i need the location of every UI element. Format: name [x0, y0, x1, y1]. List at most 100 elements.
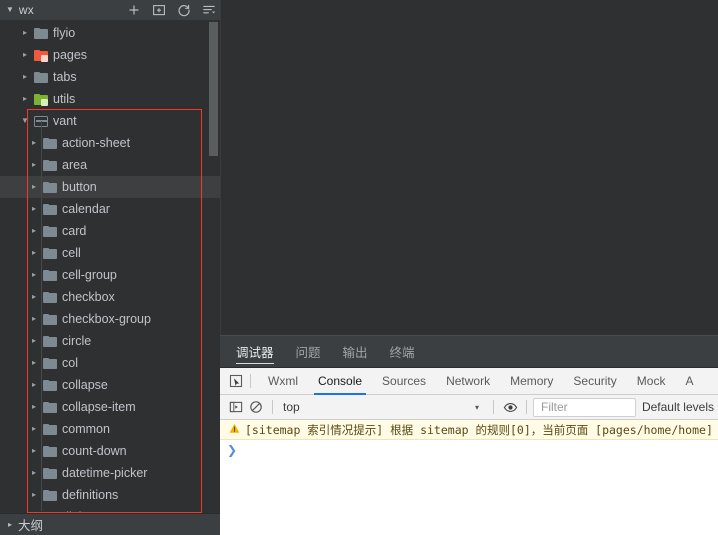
- new-file-icon[interactable]: [127, 3, 141, 17]
- tree-item-calendar[interactable]: ▸calendar: [0, 198, 220, 220]
- tree-item-cell-group[interactable]: ▸cell-group: [0, 264, 220, 286]
- tree-item-flyio[interactable]: ▸flyio: [0, 22, 220, 44]
- project-title: wx: [19, 3, 34, 17]
- chevron-right-icon[interactable]: ▸: [18, 73, 32, 81]
- folder-gray-icon: [41, 490, 59, 501]
- chevron-right-icon[interactable]: ▸: [27, 337, 41, 345]
- console-filter-input[interactable]: Filter: [533, 398, 636, 417]
- chevron-right-icon[interactable]: ▸: [27, 183, 41, 191]
- sidebar-toggle-icon[interactable]: [226, 397, 246, 417]
- folder-red-icon: [32, 50, 50, 61]
- folder-gray-icon: [41, 446, 59, 457]
- devtools-tab-2[interactable]: 输出: [343, 336, 368, 367]
- tree-item-label: pages: [50, 48, 87, 62]
- tree-item-cell[interactable]: ▸cell: [0, 242, 220, 264]
- tree-item-collapse[interactable]: ▸ collapse: [0, 374, 220, 396]
- chevron-right-icon[interactable]: ▸: [18, 29, 32, 37]
- chevron-right-icon[interactable]: ▸: [27, 491, 41, 499]
- inspector-tab-sources[interactable]: Sources: [372, 368, 436, 395]
- chevron-right-icon[interactable]: ▸: [27, 359, 41, 367]
- tree-item-button[interactable]: ▸button: [0, 176, 220, 198]
- devtools-panel: 调试器问题输出终端 WxmlConsoleSourcesNetworkMemor…: [220, 335, 718, 535]
- inspector-tab-security[interactable]: Security: [563, 368, 626, 395]
- tree-item-label: count-down: [59, 444, 127, 458]
- tree-item-label: vant: [50, 114, 77, 128]
- chevron-right-icon[interactable]: ▸: [18, 95, 32, 103]
- tree-item-collapse-item[interactable]: ▸collapse-item: [0, 396, 220, 418]
- folder-gray-icon: [41, 182, 59, 193]
- chevron-right-icon[interactable]: ▸: [27, 425, 41, 433]
- chevron-right-icon[interactable]: ▸: [27, 227, 41, 235]
- inspector-tab-mock[interactable]: Mock: [627, 368, 676, 395]
- tree-item-utils[interactable]: ▸utils: [0, 88, 220, 110]
- tree-item-col[interactable]: ▸col: [0, 352, 220, 374]
- refresh-icon[interactable]: [177, 3, 191, 17]
- chevron-right-icon[interactable]: ▸: [27, 161, 41, 169]
- execution-context-selector[interactable]: top ▾: [279, 400, 487, 414]
- chevron-right-icon[interactable]: ▸: [27, 271, 41, 279]
- toolbar-separator: [526, 400, 527, 414]
- chevron-right-icon[interactable]: ▸: [27, 139, 41, 147]
- tree-item-circle[interactable]: ▸circle: [0, 330, 220, 352]
- tree-item-datetime-picker[interactable]: ▸ datetime-picker: [0, 462, 220, 484]
- chevron-right-icon[interactable]: ▸: [27, 293, 41, 301]
- inspector-tab-a[interactable]: A: [675, 368, 703, 395]
- tree-item-label: datetime-picker: [59, 466, 147, 480]
- tree-item-count-down[interactable]: ▸ count-down: [0, 440, 220, 462]
- tree-item-area[interactable]: ▸area: [0, 154, 220, 176]
- tree-item-action-sheet[interactable]: ▸action-sheet: [0, 132, 220, 154]
- tree-item-definitions[interactable]: ▸definitions: [0, 484, 220, 506]
- folder-gray-icon: [41, 248, 59, 259]
- log-levels-selector[interactable]: Default levels: [642, 400, 718, 414]
- new-folder-icon[interactable]: [152, 3, 166, 17]
- devtools-tab-1[interactable]: 问题: [296, 336, 321, 367]
- console-output: [sitemap 索引情况提示] 根据 sitemap 的规则[0]，当前页面 …: [220, 420, 718, 535]
- tree-item-label: tabs: [50, 70, 77, 84]
- toolbar-separator: [272, 400, 273, 414]
- chevron-right-icon[interactable]: ▸: [27, 249, 41, 257]
- chevron-right-icon[interactable]: ▸: [27, 469, 41, 477]
- panel-divider[interactable]: [220, 0, 221, 335]
- chevron-right-icon[interactable]: ▸: [27, 381, 41, 389]
- devtools-tabbar[interactable]: 调试器问题输出终端: [220, 336, 718, 367]
- inspector-tab-console[interactable]: Console: [308, 368, 372, 395]
- inspector-tabbar[interactable]: WxmlConsoleSourcesNetworkMemorySecurityM…: [220, 368, 718, 395]
- tree-item-pages[interactable]: ▸ pages: [0, 44, 220, 66]
- clear-console-icon[interactable]: [246, 397, 266, 417]
- tree-item-label: checkbox: [59, 290, 115, 304]
- tree-indent-guide: [41, 121, 42, 511]
- tree-item-checkbox[interactable]: ▸ checkbox: [0, 286, 220, 308]
- warning-triangle-icon: [226, 420, 242, 434]
- folder-gray-icon: [41, 226, 59, 237]
- chevron-right-icon[interactable]: ▸: [18, 51, 32, 59]
- file-tree[interactable]: ▸flyio▸pages▸tabs▸utils▼vant▸action-shee…: [0, 20, 220, 515]
- chevron-right-icon[interactable]: ▸: [27, 315, 41, 323]
- chevron-down-icon[interactable]: ▼: [6, 6, 14, 14]
- tree-item-label: collapse: [59, 378, 108, 392]
- folder-gray-icon: [41, 204, 59, 215]
- chevron-right-icon[interactable]: ▸: [27, 403, 41, 411]
- collapse-all-icon[interactable]: [202, 3, 216, 17]
- chevron-down-icon[interactable]: ▼: [18, 117, 32, 125]
- chevron-right-icon[interactable]: ▸: [27, 205, 41, 213]
- devtools-tab-3[interactable]: 终端: [390, 336, 415, 367]
- live-expression-eye-icon[interactable]: [500, 397, 520, 417]
- console-prompt[interactable]: ❯: [220, 440, 718, 460]
- inspect-element-icon[interactable]: [225, 371, 247, 391]
- tree-item-checkbox-group[interactable]: ▸checkbox-group: [0, 308, 220, 330]
- outline-section-header[interactable]: ▸ 大纲: [0, 513, 220, 535]
- inspector-tab-wxml[interactable]: Wxml: [258, 368, 308, 395]
- inspector-tab-network[interactable]: Network: [436, 368, 500, 395]
- prompt-caret-icon: ❯: [227, 443, 237, 457]
- tree-item-card[interactable]: ▸ card: [0, 220, 220, 242]
- chevron-right-icon[interactable]: ▸: [27, 447, 41, 455]
- tree-item-label: card: [59, 224, 86, 238]
- tree-item-common[interactable]: ▸common: [0, 418, 220, 440]
- inspector-tab-memory[interactable]: Memory: [500, 368, 563, 395]
- console-toolbar[interactable]: top ▾ Filter Default levels: [220, 395, 718, 420]
- devtools-tab-0[interactable]: 调试器: [236, 336, 274, 367]
- sidebar-scrollbar-thumb[interactable]: [209, 22, 218, 156]
- tree-item-tabs[interactable]: ▸ tabs: [0, 66, 220, 88]
- tree-item-vant[interactable]: ▼ vant: [0, 110, 220, 132]
- folder-gray-icon: [32, 72, 50, 83]
